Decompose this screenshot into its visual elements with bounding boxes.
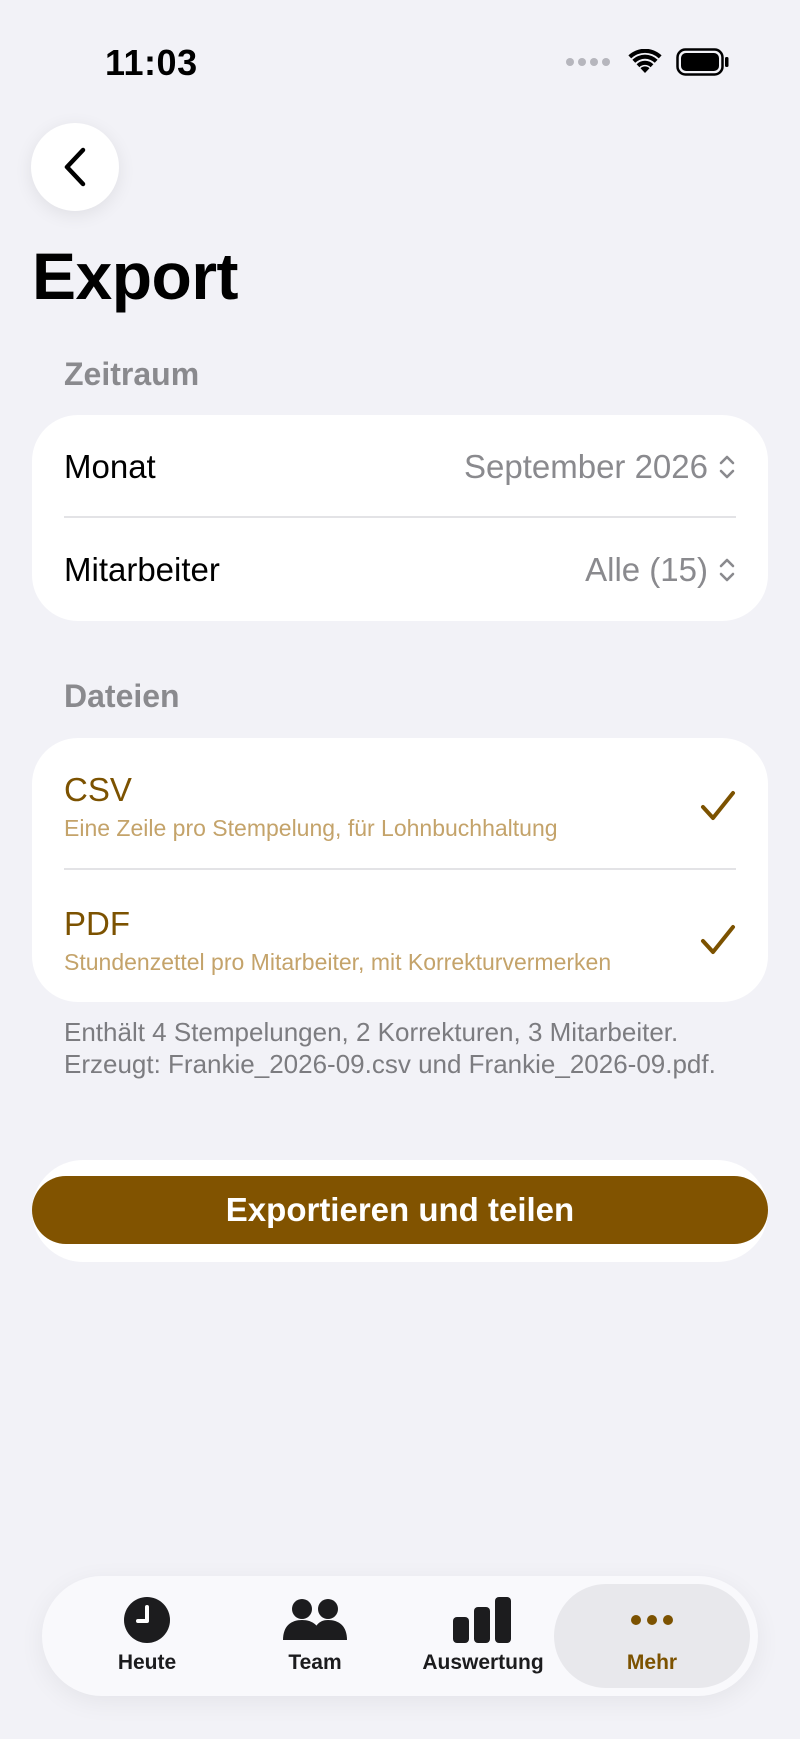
divider — [64, 868, 736, 870]
battery-icon — [676, 48, 729, 76]
month-value: September 2026 — [463, 448, 708, 485]
status-icons — [566, 48, 730, 76]
checkmark-icon — [701, 791, 735, 820]
file-option-text: CSV Eine Zeile pro Stempelung, für Lohnb… — [64, 771, 558, 842]
chevron-up-down-icon — [719, 455, 735, 479]
file-option-csv[interactable]: CSV Eine Zeile pro Stempelung, für Lohnb… — [64, 766, 736, 846]
tab-mehr[interactable]: Mehr — [554, 1584, 750, 1688]
tab-team[interactable]: Team — [232, 1584, 398, 1688]
tab-icon-wrap — [630, 1597, 674, 1643]
clock-icon — [124, 1597, 170, 1643]
cellular-signal-icon — [566, 58, 610, 66]
tab-heute[interactable]: Heute — [64, 1584, 230, 1688]
chevron-up-down-icon — [719, 558, 735, 582]
tab-label-auswertung: Auswertung — [422, 1651, 544, 1674]
file-option-pdf[interactable]: PDF Stundenzettel pro Mitarbeiter, mit K… — [64, 900, 736, 980]
tab-bar: Heute Team Auswertung Mehr — [42, 1576, 758, 1696]
chevron-left-icon — [64, 147, 86, 187]
checkmark-icon — [701, 925, 735, 954]
section-header-dateien: Dateien — [64, 678, 180, 714]
divider — [64, 516, 736, 518]
tab-label-team: Team — [288, 1651, 342, 1674]
wifi-icon — [628, 49, 662, 73]
employee-label: Mitarbeiter — [64, 551, 220, 588]
tab-auswertung[interactable]: Auswertung — [400, 1584, 566, 1688]
employee-value: Alle (15) — [585, 551, 708, 588]
page-title: Export — [32, 239, 239, 313]
tab-icon-wrap — [283, 1597, 347, 1643]
export-share-button[interactable]: Exportieren und teilen — [32, 1176, 768, 1244]
status-time: 11:03 — [105, 42, 198, 83]
section-header-zeitraum: Zeitraum — [64, 356, 200, 392]
month-value-group: September 2026 — [464, 448, 736, 486]
file-title-pdf: PDF — [64, 904, 130, 942]
file-subtitle-pdf: Stundenzettel pro Mitarbeiter, mit Korre… — [64, 948, 612, 975]
export-summary: Enthält 4 Stempelungen, 2 Korrekturen, 3… — [64, 1017, 716, 1079]
ellipsis-icon — [631, 1615, 673, 1625]
zeitraum-card: Monat September 2026 Mitarbeiter Alle (1… — [32, 415, 768, 621]
status-bar: 11:03 — [0, 0, 800, 120]
tab-label-mehr: Mehr — [626, 1651, 678, 1674]
bar-chart-icon — [453, 1597, 511, 1643]
employee-value-group: Alle (15) — [585, 551, 736, 589]
file-title-csv: CSV — [64, 770, 132, 808]
tab-label-heute: Heute — [117, 1651, 177, 1674]
export-button-container: Exportieren und teilen — [32, 1160, 768, 1262]
employee-picker[interactable]: Mitarbeiter Alle (15) — [64, 540, 736, 600]
back-button[interactable] — [31, 123, 119, 211]
month-picker[interactable]: Monat September 2026 — [64, 437, 736, 497]
file-option-text: PDF Stundenzettel pro Mitarbeiter, mit K… — [64, 905, 611, 976]
tab-icon-wrap — [453, 1597, 513, 1643]
file-subtitle-csv: Eine Zeile pro Stempelung, für Lohnbuchh… — [64, 814, 558, 841]
people-icon — [283, 1599, 347, 1640]
tab-icon-wrap — [123, 1597, 171, 1643]
month-label: Monat — [64, 448, 156, 485]
dateien-card: CSV Eine Zeile pro Stempelung, für Lohnb… — [32, 738, 768, 1002]
